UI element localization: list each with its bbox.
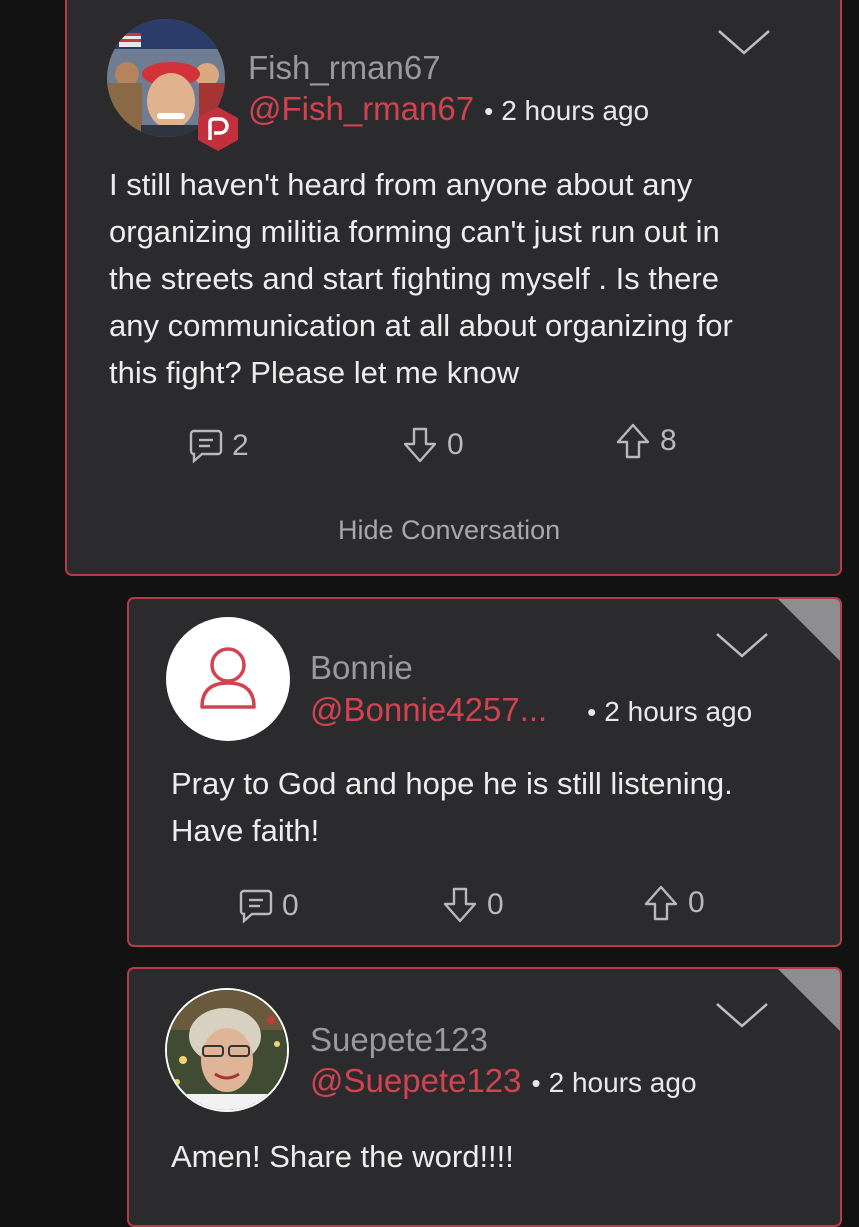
upvote-count: 8 xyxy=(660,424,677,457)
post-body-line: this fight? Please let me know xyxy=(109,355,520,390)
handle-row: @Suepete123 • 2 hours ago xyxy=(310,1062,697,1100)
downvote-icon xyxy=(443,887,477,923)
user-handle[interactable]: @Bonnie4257... xyxy=(310,691,547,729)
separator: • xyxy=(484,96,494,126)
post-card: Fish_rman67 @Fish_rman67 • 2 hours ago I… xyxy=(65,0,842,576)
post-body-line: Amen! Share the word!!!! xyxy=(171,1139,514,1174)
default-user-icon[interactable] xyxy=(166,617,290,741)
comment-count: 2 xyxy=(232,429,249,462)
user-handle[interactable]: @Suepete123 xyxy=(310,1062,522,1100)
post-body: Amen! Share the word!!!! xyxy=(171,1133,514,1180)
upvote-count: 0 xyxy=(688,886,705,919)
display-name[interactable]: Fish_rman67 xyxy=(248,49,441,87)
post-body-line: Pray to God and hope he is still listeni… xyxy=(171,766,733,801)
chevron-down-icon[interactable] xyxy=(717,28,771,58)
hide-conversation-link[interactable]: Hide Conversation xyxy=(338,515,560,546)
downvote-button[interactable]: 0 xyxy=(441,886,504,924)
timestamp: 2 hours ago xyxy=(501,95,650,126)
downvote-count: 0 xyxy=(487,888,504,921)
comment-button[interactable]: 0 xyxy=(238,888,299,924)
timestamp: 2 hours ago xyxy=(548,1067,697,1098)
post-body-line: any communication at all about organizin… xyxy=(109,308,733,343)
upvote-button[interactable]: 8 xyxy=(614,422,677,460)
handle-row: @Fish_rman67 • 2 hours ago xyxy=(248,90,649,128)
display-name[interactable]: Bonnie xyxy=(310,649,413,687)
user-handle[interactable]: @Fish_rman67 xyxy=(248,90,474,128)
separator: • xyxy=(587,697,597,727)
upvote-icon xyxy=(616,423,650,459)
corner-marker xyxy=(778,969,840,1031)
display-name[interactable]: Suepete123 xyxy=(310,1021,488,1059)
comment-count: 0 xyxy=(282,889,299,922)
downvote-icon xyxy=(403,427,437,463)
comment-icon xyxy=(189,429,223,464)
avatar[interactable] xyxy=(165,988,289,1112)
handle-row: @Bonnie4257... • 2 hours ago xyxy=(310,691,752,729)
timestamp: 2 hours ago xyxy=(604,696,753,727)
post-body-line: Have faith! xyxy=(171,813,320,848)
upvote-button[interactable]: 0 xyxy=(642,884,705,922)
comment-button[interactable]: 2 xyxy=(188,428,249,464)
parler-badge-icon xyxy=(195,106,241,152)
upvote-icon xyxy=(644,885,678,921)
reply-card: Suepete123 @Suepete123 • 2 hours ago Ame… xyxy=(127,967,842,1227)
downvote-button[interactable]: 0 xyxy=(401,426,464,464)
post-body: Pray to God and hope he is still listeni… xyxy=(171,760,733,854)
reply-card: Bonnie @Bonnie4257... • 2 hours ago Pray… xyxy=(127,597,842,947)
post-body-line: I still haven't heard from anyone about … xyxy=(109,167,693,202)
post-body: I still haven't heard from anyone about … xyxy=(109,161,733,396)
post-body-line: organizing militia forming can't just ru… xyxy=(109,214,720,249)
chevron-down-icon[interactable] xyxy=(715,631,769,661)
chevron-down-icon[interactable] xyxy=(715,1001,769,1031)
comment-icon xyxy=(239,889,273,924)
corner-marker xyxy=(778,599,840,661)
post-body-line: the streets and start fighting myself . … xyxy=(109,261,719,296)
separator: • xyxy=(531,1068,541,1098)
downvote-count: 0 xyxy=(447,428,464,461)
